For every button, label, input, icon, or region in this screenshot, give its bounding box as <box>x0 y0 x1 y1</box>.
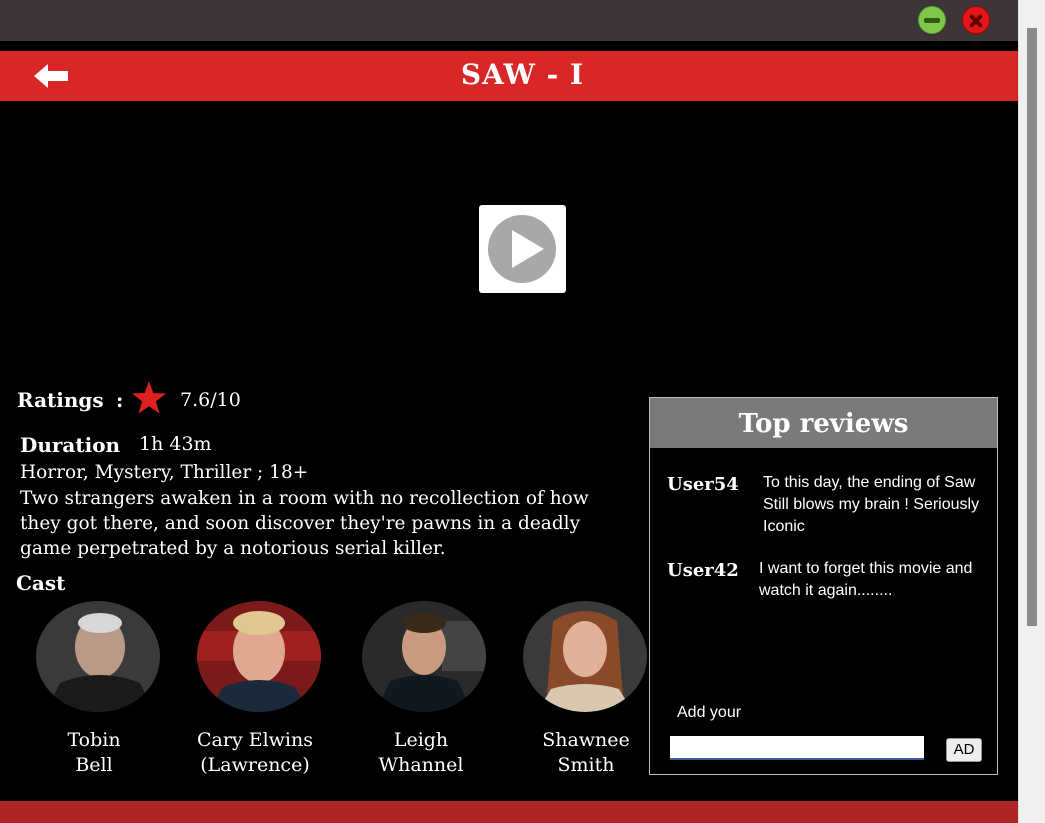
cast-photo-tobin-bell[interactable] <box>36 601 160 712</box>
cast-name-line: Cary Elwins <box>197 729 313 751</box>
cast-name-2: Cary Elwins (Lawrence) <box>175 728 335 778</box>
cast-name-line: (Lawrence) <box>200 754 310 776</box>
scrollbar-thumb[interactable] <box>1027 28 1037 626</box>
movie-title: SAW - I <box>460 58 585 91</box>
add-review-label: Add your <box>677 704 742 721</box>
cast-photo-cary-elwes[interactable] <box>197 601 321 712</box>
rating-value: 7.6/10 <box>180 389 241 411</box>
window-titlebar <box>0 0 1018 41</box>
review-text: To this day, the ending of Saw Still blo… <box>763 474 980 535</box>
cast-photo-leigh-whannell[interactable] <box>362 601 486 712</box>
cast-name-line: Shawnee <box>542 729 630 751</box>
cast-name-line: Whannel <box>378 754 464 776</box>
cast-photo-shawnee-smith[interactable] <box>523 601 647 712</box>
duration-label: Duration <box>20 433 121 457</box>
reviews-panel: Top reviews User54 To this day, the endi… <box>649 397 998 775</box>
cast-name-1: Tobin Bell <box>14 728 174 778</box>
add-review-input[interactable] <box>670 736 924 760</box>
play-button[interactable] <box>479 205 566 293</box>
review-user: User42 <box>667 560 739 581</box>
cast-name-line: Smith <box>557 754 615 776</box>
cast-name-line: Leigh <box>393 729 449 751</box>
genres-text: Horror, Mystery, Thriller ; 18+ <box>20 462 309 483</box>
play-icon <box>488 215 556 283</box>
add-review-button[interactable]: AD <box>946 738 982 762</box>
ratings-colon: : <box>116 388 124 412</box>
cast-name-4: Shawnee Smith <box>506 728 666 778</box>
cast-name-line: Bell <box>75 754 113 776</box>
footer-bar <box>0 801 1018 823</box>
duration-value: 1h 43m <box>139 433 212 455</box>
close-icon[interactable] <box>962 6 990 34</box>
review-text: I want to forget this movie and watch it… <box>759 560 973 599</box>
ratings-label: Ratings <box>17 388 104 412</box>
vertical-scrollbar[interactable] <box>1018 0 1045 823</box>
cast-name-line: Tobin <box>67 729 121 751</box>
movie-description: Two strangers awaken in a room with no r… <box>20 488 589 559</box>
review-user: User54 <box>667 474 739 495</box>
minimize-icon[interactable] <box>918 6 946 34</box>
cast-name-3: Leigh Whannel <box>341 728 501 778</box>
reviews-title: Top reviews <box>650 398 997 448</box>
star-icon <box>132 381 166 414</box>
cast-label: Cast <box>16 571 66 595</box>
